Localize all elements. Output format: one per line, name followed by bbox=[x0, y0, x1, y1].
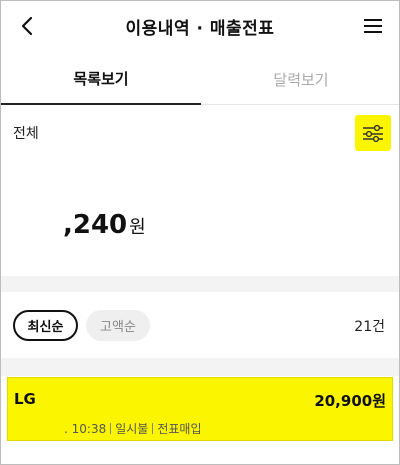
section-gap bbox=[1, 276, 399, 292]
transaction-meta: . 10:38 일시불 전표매입 bbox=[64, 420, 202, 437]
meta-separator bbox=[110, 423, 112, 434]
hamburger-icon bbox=[364, 19, 382, 33]
total-amount: ,240 원 bbox=[63, 210, 146, 240]
merchant-name: LG bbox=[14, 390, 36, 408]
tab-calendar-view[interactable]: 달력보기 bbox=[201, 53, 399, 105]
transaction-item[interactable]: LG 20,900원 . 10:38 일시불 전표매입 bbox=[7, 377, 393, 441]
menu-button[interactable] bbox=[359, 13, 387, 39]
filter-label: 전체 bbox=[13, 126, 39, 142]
total-amount-unit: 원 bbox=[129, 217, 146, 238]
summary-card: ,240 원 bbox=[1, 158, 399, 276]
transaction-time: . 10:38 bbox=[64, 421, 107, 436]
page-title: 이용내역 · 매출전표 bbox=[125, 19, 275, 39]
tab-list-view[interactable]: 목록보기 bbox=[1, 53, 201, 105]
result-count: 21건 bbox=[354, 319, 385, 335]
sliders-icon bbox=[363, 124, 383, 142]
transaction-amount: 20,900원 bbox=[314, 392, 386, 410]
view-tabs: 목록보기 달력보기 bbox=[1, 53, 399, 105]
total-amount-value: ,240 bbox=[63, 210, 128, 240]
sort-row: 최신순 고액순 21건 bbox=[1, 292, 399, 358]
header-bar: 이용내역 · 매출전표 bbox=[1, 1, 399, 53]
meta-separator bbox=[152, 423, 154, 434]
filter-button[interactable] bbox=[355, 115, 391, 151]
filter-row: 전체 bbox=[1, 106, 399, 158]
transaction-status: 전표매입 bbox=[157, 422, 202, 436]
sort-latest-chip[interactable]: 최신순 bbox=[13, 310, 78, 341]
payment-type: 일시불 bbox=[115, 422, 149, 436]
app-frame: 이용내역 · 매출전표 목록보기 달력보기 전체 ,240 원 최신순 고액순 … bbox=[0, 0, 400, 465]
list-divider bbox=[1, 358, 399, 376]
sort-amount-chip[interactable]: 고액순 bbox=[86, 310, 150, 341]
